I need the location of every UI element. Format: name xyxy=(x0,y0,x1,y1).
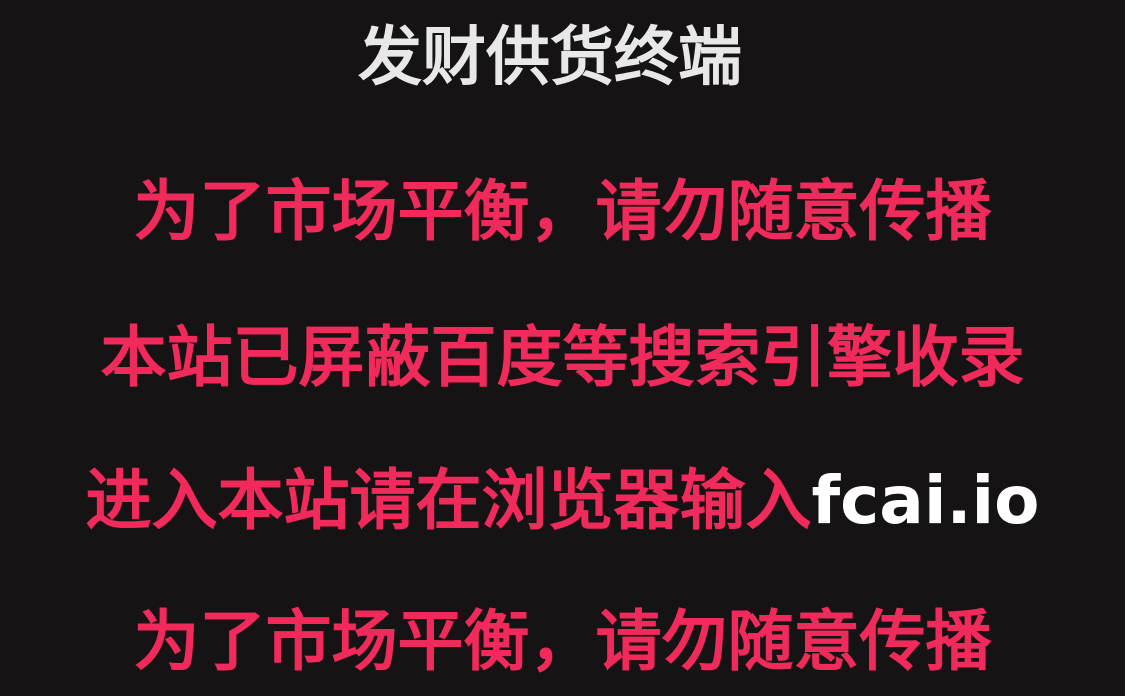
notice-line-1: 为了市场平衡，请勿随意传播 xyxy=(133,173,992,250)
notice-line-3-prefix: 进入本站请在浏览器输入 xyxy=(85,462,812,539)
page-title: 发财供货终端 xyxy=(358,21,742,95)
notice-line-2: 本站已屏蔽百度等搜索引擎收录 xyxy=(100,319,1025,396)
notice-line-4: 为了市场平衡，请勿随意传播 xyxy=(133,603,992,680)
notice-line-3: 进入本站请在浏览器输入fcai.io xyxy=(0,461,1125,541)
domain-text: fcai.io xyxy=(811,462,1040,539)
